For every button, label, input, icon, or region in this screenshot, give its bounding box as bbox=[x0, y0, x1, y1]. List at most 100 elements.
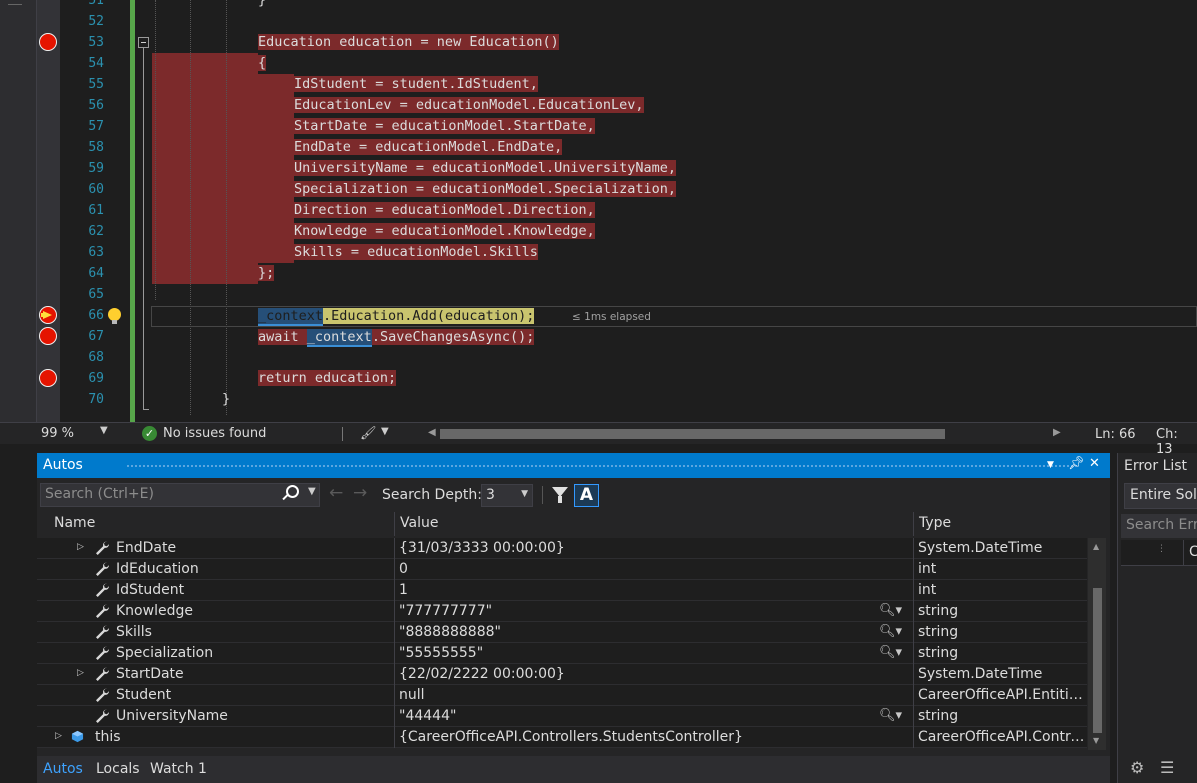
tab-watch-1[interactable]: Watch 1 bbox=[150, 761, 207, 777]
column-header-type[interactable]: Type bbox=[919, 515, 951, 531]
chevron-down-icon[interactable]: ▼ bbox=[381, 426, 389, 437]
current-statement-breakpoint-icon[interactable] bbox=[39, 306, 57, 324]
cell-divider bbox=[913, 622, 914, 643]
chevron-down-icon[interactable]: ▼ bbox=[100, 425, 108, 436]
code-line-54[interactable]: { bbox=[258, 53, 267, 74]
scroll-right-icon[interactable]: ▶ bbox=[1053, 427, 1061, 438]
perf-tip-elapsed[interactable]: ≤ 1ms elapsed bbox=[572, 311, 651, 323]
table-row[interactable]: ▷ StartDate {22/02/2222 00:00:00} System.Da… bbox=[37, 664, 1087, 685]
column-splitter[interactable] bbox=[913, 512, 914, 536]
cell-divider bbox=[394, 559, 395, 580]
table-row[interactable]: Student null CareerOfficeAPI.Entities.... bbox=[37, 685, 1087, 706]
variable-value[interactable]: {CareerOfficeAPI.Controllers.StudentsCon… bbox=[399, 729, 899, 745]
notification-icon[interactable]: ⚙ bbox=[1130, 758, 1144, 777]
cell-divider bbox=[394, 706, 395, 727]
code-text: } bbox=[258, 0, 267, 8]
breakpoint-icon[interactable] bbox=[39, 369, 57, 387]
search-input[interactable]: Search (Ctrl+E) bbox=[40, 483, 320, 507]
window-position-icon[interactable]: ▼ bbox=[1047, 460, 1054, 470]
variable-value[interactable]: "55555555" bbox=[399, 645, 899, 661]
expand-arrow-icon[interactable]: ▷ bbox=[77, 542, 84, 552]
line-number: 54 bbox=[88, 56, 104, 71]
autos-title-bar[interactable]: Autos ▼ 📌︎ ✕ bbox=[37, 453, 1110, 478]
chevron-down-icon[interactable]: ▼ bbox=[308, 486, 316, 497]
zoom-level[interactable]: 99 % bbox=[41, 426, 74, 441]
issues-status[interactable]: No issues found bbox=[163, 426, 266, 441]
arrow-left-icon[interactable]: ← bbox=[329, 483, 343, 503]
code-line-57[interactable]: StartDate = educationModel.StartDate, bbox=[294, 116, 595, 137]
code-line-56[interactable]: EducationLev = educationModel.EducationL… bbox=[294, 95, 644, 116]
lightbulb-icon[interactable] bbox=[108, 308, 121, 324]
horizontal-scrollbar-thumb[interactable] bbox=[440, 429, 945, 439]
close-icon[interactable]: ✕ bbox=[1089, 456, 1100, 471]
variable-value[interactable]: 1 bbox=[399, 582, 899, 598]
scrollbar-thumb[interactable] bbox=[1093, 588, 1102, 733]
code-line-70[interactable]: } bbox=[222, 389, 230, 410]
filter-icon[interactable] bbox=[552, 487, 568, 503]
panel-title: Autos bbox=[43, 457, 83, 473]
variable-type: int bbox=[918, 561, 937, 577]
error-search-input[interactable]: Search Erro bbox=[1121, 514, 1197, 538]
panel-title[interactable]: Error List bbox=[1124, 458, 1187, 474]
variable-value[interactable]: {31/03/3333 00:00:00} bbox=[399, 540, 899, 556]
breakpoint-icon[interactable] bbox=[39, 33, 57, 51]
table-row[interactable]: UniversityName "44444" 🔍︎▾ string bbox=[37, 706, 1087, 727]
variable-value[interactable]: null bbox=[399, 687, 899, 703]
scroll-up-icon[interactable]: ▲ bbox=[1093, 542, 1099, 551]
expand-arrow-icon[interactable]: ▷ bbox=[77, 668, 84, 678]
table-row[interactable]: ▷ this {CareerOfficeAPI.Controllers.Studen… bbox=[37, 727, 1087, 748]
text-visualizer-icon[interactable]: 🔍︎▾ bbox=[879, 708, 902, 723]
search-icon[interactable] bbox=[286, 485, 299, 498]
list-icon[interactable]: ☰ bbox=[1160, 758, 1174, 777]
expand-arrow-icon[interactable]: ▷ bbox=[55, 731, 62, 741]
variable-value[interactable]: {22/02/2222 00:00:00} bbox=[399, 666, 899, 682]
code-line-63[interactable]: Skills = educationModel.Skills bbox=[294, 242, 538, 263]
activity-strip bbox=[0, 0, 37, 422]
code-line-69[interactable]: return education; bbox=[258, 368, 397, 389]
code-line-60[interactable]: Specialization = educationModel.Speciali… bbox=[294, 179, 677, 200]
collapse-toggle-icon[interactable] bbox=[138, 37, 149, 48]
arrow-right-icon[interactable]: → bbox=[353, 483, 367, 503]
column-splitter[interactable] bbox=[1183, 540, 1184, 566]
variable-value[interactable]: "777777777" bbox=[399, 603, 899, 619]
column-splitter[interactable] bbox=[394, 512, 395, 536]
table-row[interactable]: Skills "8888888888" 🔍︎▾ string bbox=[37, 622, 1087, 643]
table-row[interactable]: Specialization "55555555" 🔍︎▾ string bbox=[37, 643, 1087, 664]
column-header-code[interactable]: C bbox=[1189, 544, 1197, 560]
code-line-62[interactable]: Knowledge = educationModel.Knowledge, bbox=[294, 221, 595, 242]
text-visualizer-icon[interactable]: 🔍︎▾ bbox=[879, 645, 902, 660]
code-text: .Education.Add(education); bbox=[323, 308, 535, 324]
variable-value[interactable]: 0 bbox=[399, 561, 899, 577]
pin-icon[interactable]: 📌︎ bbox=[1068, 456, 1085, 471]
variable-value[interactable]: "44444" bbox=[399, 708, 899, 724]
search-depth-select[interactable]: 3 ▼ bbox=[481, 484, 533, 507]
code-line-59[interactable]: UniversityName = educationModel.Universi… bbox=[294, 158, 677, 179]
error-scope-select[interactable]: Entire Sol bbox=[1124, 483, 1197, 509]
breakpoint-margin[interactable] bbox=[37, 0, 60, 422]
table-row[interactable]: IdStudent 1 int bbox=[37, 580, 1087, 601]
tab-autos[interactable]: Autos bbox=[43, 761, 83, 777]
breakpoint-icon[interactable] bbox=[39, 327, 57, 345]
code-line-51[interactable]: } bbox=[258, 0, 266, 11]
column-header-name[interactable]: Name bbox=[54, 515, 95, 531]
variable-value[interactable]: "8888888888" bbox=[399, 624, 899, 640]
text-visualizer-icon[interactable]: 🔍︎▾ bbox=[879, 603, 902, 618]
column-header-value[interactable]: Value bbox=[400, 515, 438, 531]
code-line-67[interactable]: await _context.SaveChangesAsync(); bbox=[258, 327, 535, 348]
text-visualizer-icon[interactable]: 🔍︎▾ bbox=[879, 624, 902, 639]
code-line-61[interactable]: Direction = educationModel.Direction, bbox=[294, 200, 595, 221]
code-line-55[interactable]: IdStudent = student.IdStudent, bbox=[294, 74, 538, 95]
table-row[interactable]: ▷ EndDate {31/03/3333 00:00:00} System.Date… bbox=[37, 538, 1087, 559]
table-row[interactable]: Knowledge "777777777" 🔍︎▾ string bbox=[37, 601, 1087, 622]
tab-locals[interactable]: Locals bbox=[96, 761, 140, 777]
hex-display-button[interactable]: A bbox=[574, 484, 599, 507]
scroll-down-icon[interactable]: ▼ bbox=[1093, 736, 1099, 745]
code-line-53[interactable]: Education education = new Education() bbox=[258, 32, 559, 53]
table-row[interactable]: IdEducation 0 int bbox=[37, 559, 1087, 580]
code-line-64[interactable]: }; bbox=[258, 263, 275, 284]
code-line-58[interactable]: EndDate = educationModel.EndDate, bbox=[294, 137, 563, 158]
scroll-left-icon[interactable]: ◀ bbox=[428, 427, 436, 438]
vertical-scrollbar[interactable]: ▲ ▼ bbox=[1088, 538, 1106, 750]
code-cleanup-icon[interactable]: 🖌 bbox=[360, 426, 377, 441]
code-line-66[interactable]: _context.Education.Add(education); bbox=[258, 306, 535, 327]
